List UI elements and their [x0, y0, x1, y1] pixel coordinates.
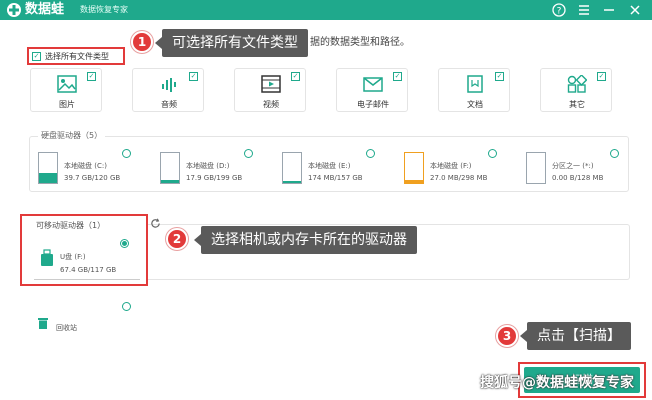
recycle-bin-radio[interactable] [122, 302, 131, 311]
drive-size: 0.00 B/128 MB [552, 174, 604, 182]
recycle-bin-label: 回收站 [56, 324, 77, 332]
recycle-bin-icon[interactable] [38, 317, 48, 329]
drive-size: 27.0 MB/298 MB [430, 174, 488, 182]
hard-drive-icon [526, 152, 546, 184]
instruction-text: 据的数据类型和路径。 [310, 37, 410, 48]
checkbox-checked-icon: ✓ [32, 52, 41, 61]
file-type-label: 文档 [467, 100, 483, 109]
select-all-checkbox[interactable]: ✓ 选择所有文件类型 [27, 47, 125, 65]
drive-name: 本地磁盘 (C:) [64, 162, 107, 170]
other-icon [567, 75, 587, 93]
app-name: 数据蛙 [25, 2, 65, 17]
file-type-label: 图片 [59, 100, 75, 109]
minimize-icon[interactable] [601, 2, 617, 18]
image-icon [57, 75, 77, 93]
hard-drive-icon [160, 152, 180, 184]
checkbox-checked-icon[interactable]: ✓ [291, 72, 301, 81]
drive-name: 本地磁盘 (D:) [186, 162, 230, 170]
email-icon [363, 77, 383, 92]
document-icon [467, 75, 483, 93]
usb-drive-radio[interactable] [120, 239, 129, 248]
drive-item-f[interactable]: 本地磁盘 (F:) 27.0 MB/298 MB [404, 148, 514, 188]
menu-icon[interactable] [576, 2, 592, 18]
drive-name: 本地磁盘 (E:) [308, 162, 351, 170]
usb-drive-name: U盘 (F:) [60, 253, 86, 261]
file-type-email[interactable]: ✓ 电子邮件 [336, 68, 408, 112]
app-logo-icon [7, 3, 21, 17]
drive-item-partition[interactable]: 分区之一 (*:) 0.00 B/128 MB [526, 148, 636, 188]
checkbox-checked-icon[interactable]: ✓ [189, 72, 199, 81]
drive-item-e[interactable]: 本地磁盘 (E:) 174 MB/157 GB [282, 148, 392, 188]
drive-radio-e[interactable] [366, 149, 375, 158]
close-icon[interactable] [627, 2, 643, 18]
select-all-label: 选择所有文件类型 [45, 52, 109, 61]
refresh-icon[interactable] [150, 218, 161, 229]
drive-name: 分区之一 (*:) [552, 162, 594, 170]
file-type-label: 电子邮件 [357, 100, 389, 109]
drive-size: 17.9 GB/199 GB [186, 174, 243, 182]
hard-drive-icon [38, 152, 58, 184]
usb-drive-icon[interactable] [40, 249, 54, 267]
usb-drive-underline [34, 279, 140, 280]
file-type-other[interactable]: ✓ 其它 [540, 68, 612, 112]
drive-radio-partition[interactable] [610, 149, 619, 158]
help-icon[interactable]: ? [551, 2, 567, 18]
step-badge-3: 3 [496, 325, 518, 347]
usb-drive-size: 67.4 GB/117 GB [60, 266, 117, 274]
file-type-document[interactable]: ✓ 文档 [438, 68, 510, 112]
drive-radio-d[interactable] [244, 149, 253, 158]
step-badge-2: 2 [166, 228, 188, 250]
video-icon [261, 75, 281, 93]
callout-3: 点击【扫描】 [520, 322, 631, 350]
step-badge-1: 1 [131, 31, 153, 53]
file-type-image[interactable]: ✓ 图片 [30, 68, 102, 112]
watermark-text: 搜狐号@数据蛙恢复专家 [480, 375, 634, 391]
app-subtitle: 数据恢复专家 [80, 5, 128, 14]
file-type-audio[interactable]: ✓ 音频 [132, 68, 204, 112]
drive-item-d[interactable]: 本地磁盘 (D:) 17.9 GB/199 GB [160, 148, 270, 188]
callout-2: 选择相机或内存卡所在的驱动器 [194, 226, 417, 254]
drive-item-c[interactable]: 本地磁盘 (C:) 39.7 GB/120 GB [38, 148, 148, 188]
checkbox-checked-icon[interactable]: ✓ [393, 72, 403, 81]
drive-size: 39.7 GB/120 GB [64, 174, 121, 182]
audio-icon [162, 78, 176, 92]
drive-radio-c[interactable] [122, 149, 131, 158]
hard-drive-icon [404, 152, 424, 184]
file-type-label: 视频 [263, 100, 279, 109]
drive-radio-f[interactable] [488, 149, 497, 158]
hard-drive-icon [282, 152, 302, 184]
file-type-label: 其它 [569, 100, 585, 109]
file-type-video[interactable]: ✓ 视频 [234, 68, 306, 112]
callout-1: 可选择所有文件类型 [155, 29, 308, 57]
hard-drive-group-title: 硬盘驱动器（5） [38, 130, 106, 141]
checkbox-checked-icon[interactable]: ✓ [87, 72, 97, 81]
svg-text:?: ? [557, 7, 562, 17]
drive-name: 本地磁盘 (F:) [430, 162, 472, 170]
drive-size: 174 MB/157 GB [308, 174, 363, 182]
checkbox-checked-icon[interactable]: ✓ [597, 72, 607, 81]
removable-group-title: 可移动驱动器（1） [36, 221, 106, 230]
file-type-label: 音频 [161, 100, 177, 109]
checkbox-checked-icon[interactable]: ✓ [495, 72, 505, 81]
